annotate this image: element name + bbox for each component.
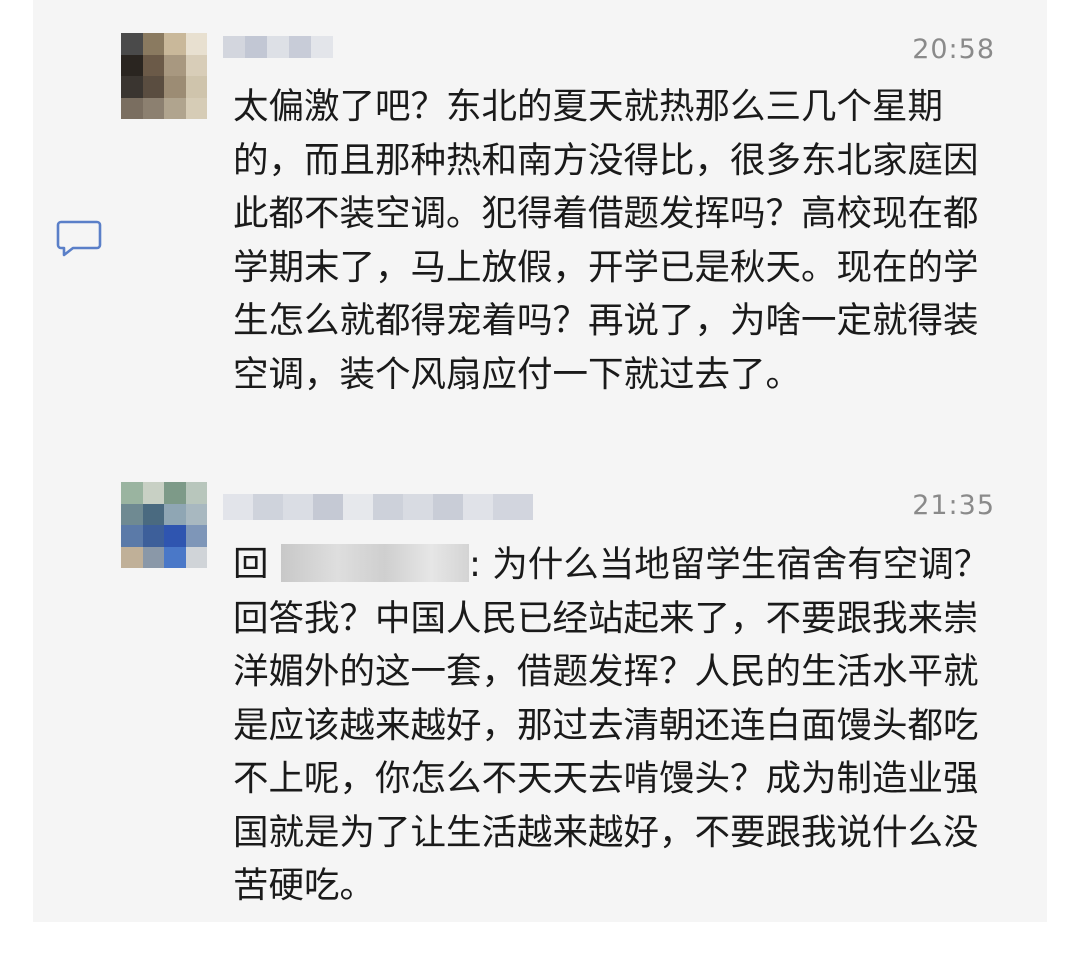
avatar-pixel (185, 482, 207, 504)
avatar-pixel (164, 503, 186, 525)
avatar-pixel (121, 54, 143, 76)
avatar-pixel (185, 503, 207, 525)
username-blurred[interactable] (223, 494, 533, 520)
comment-text: 太偏激了吧？东北的夏天就热那么三几个星期的，而且那种热和南方没得比，很多东北家庭… (233, 86, 979, 395)
avatar-pixel (164, 525, 186, 547)
avatar-pixel (185, 97, 207, 119)
avatar-pixel (121, 525, 143, 547)
avatar[interactable] (121, 33, 207, 119)
comment-time: 20:58 (912, 34, 995, 65)
avatar-pixel (142, 482, 164, 504)
avatar[interactable] (121, 482, 207, 568)
comment-time: 21:35 (912, 490, 995, 521)
avatar-pixel (142, 54, 164, 76)
avatar-pixel (164, 546, 186, 568)
avatar-pixel (185, 76, 207, 98)
avatar-pixel (142, 97, 164, 119)
avatar-pixel (142, 76, 164, 98)
comment-item: 21:35 回复: 为什么当地留学生宿舍有空调？回答我？中国人民已经站起来了，不… (33, 470, 1047, 922)
avatar-pixel (185, 33, 207, 55)
avatar-pixel (164, 97, 186, 119)
avatar-pixel (142, 33, 164, 55)
avatar-pixel (142, 503, 164, 525)
avatar-pixel (185, 525, 207, 547)
comment-item: 20:58 太偏激了吧？东北的夏天就热那么三几个星期的，而且那种热和南方没得比，… (33, 0, 1047, 470)
avatar-pixel (142, 546, 164, 568)
comment-panel: 20:58 太偏激了吧？东北的夏天就热那么三几个星期的，而且那种热和南方没得比，… (33, 0, 1047, 922)
comment-text: 回复: 为什么当地留学生宿舍有空调？回答我？中国人民已经站起来了，不要跟我来崇洋… (233, 538, 1013, 913)
avatar-pixel (164, 76, 186, 98)
reply-prefix: 回复 (233, 544, 269, 578)
avatar-pixel (185, 54, 207, 76)
avatar-pixel (142, 525, 164, 547)
reply-body: : 为什么当地留学生宿舍有空调？回答我？中国人民已经站起来了，不要跟我来崇洋媚外… (233, 544, 990, 906)
avatar-pixel (185, 546, 207, 568)
avatar-pixel (121, 76, 143, 98)
mentioned-user-blurred[interactable] (281, 544, 469, 582)
avatar-pixel (164, 33, 186, 55)
avatar-pixel (121, 546, 143, 568)
comment-bubble-icon[interactable] (55, 218, 103, 258)
avatar-pixel (164, 482, 186, 504)
avatar-pixel (164, 54, 186, 76)
username-blurred[interactable] (223, 36, 333, 58)
avatar-pixel (121, 503, 143, 525)
avatar-pixel (121, 97, 143, 119)
avatar-pixel (121, 33, 143, 55)
avatar-pixel (121, 482, 143, 504)
